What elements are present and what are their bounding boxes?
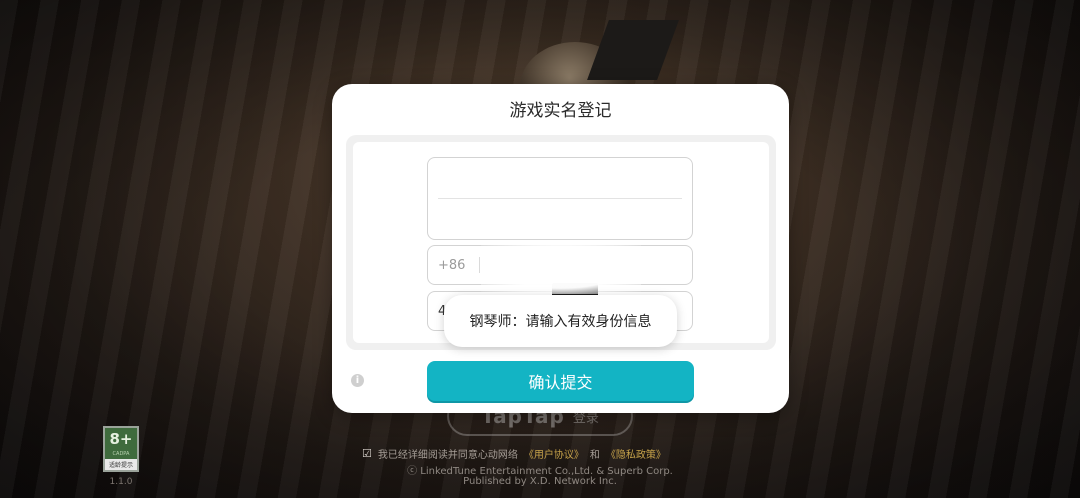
dialog-title: 游戏实名登记 <box>509 101 612 121</box>
privacy-policy-link[interactable]: 《隐私政策》 <box>606 446 666 461</box>
info-icon[interactable]: i <box>351 374 364 387</box>
agreement-and: 和 <box>589 450 600 461</box>
toast-message: 钢琴师：请输入有效身份信息 <box>469 314 652 330</box>
user-agreement-link[interactable]: 《用户协议》 <box>524 446 584 461</box>
confirm-submit-button[interactable]: 确认提交 <box>427 361 694 401</box>
real-name-registration-dialog: 游戏实名登记 +86 4 i 确认提交 <box>332 84 789 413</box>
agreement-text: 我已经详细阅读并同意心动网络 <box>377 450 518 461</box>
agreement-checkbox[interactable]: ☑ <box>362 447 372 460</box>
phone-prefix: +86 <box>438 257 466 273</box>
copyright-line-2: Published by X.D. Network Inc. <box>463 476 617 487</box>
age-rating-value: 8+ <box>109 430 133 448</box>
error-toast: 钢琴师：请输入有效身份信息 <box>444 295 677 347</box>
blur-overlay <box>481 242 641 294</box>
copyright-line-1: ⓒ LinkedTune Entertainment Co.,Ltd. & Su… <box>407 466 673 477</box>
name-field-divider <box>438 198 682 199</box>
age-rating-org: CADPA <box>112 450 130 457</box>
agreement-row: ☑ 我已经详细阅读并同意心动网络 《用户协议》 和 《隐私政策》 <box>362 446 666 461</box>
name-field[interactable] <box>427 157 693 240</box>
